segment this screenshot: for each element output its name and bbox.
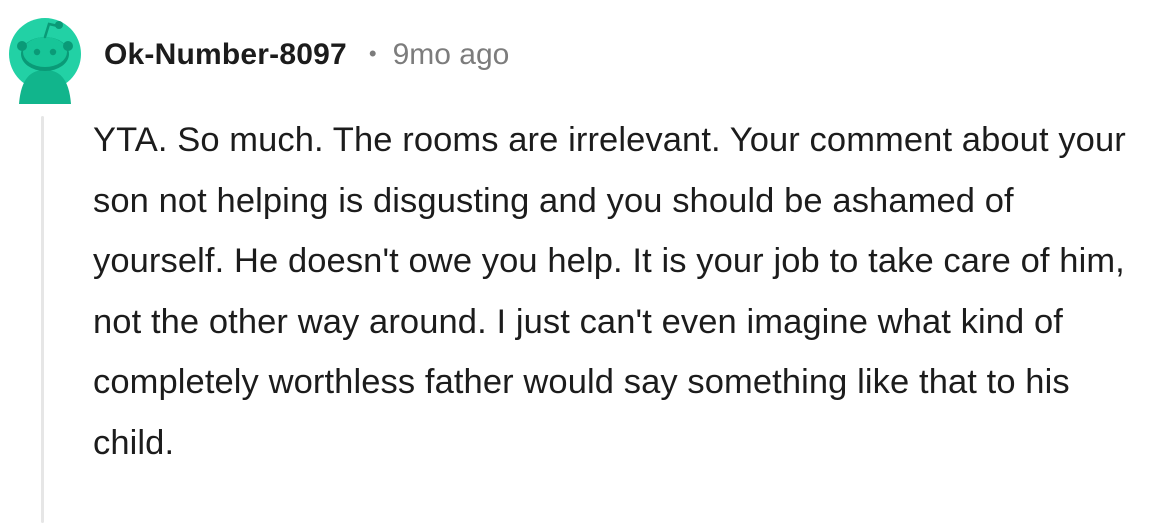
comment-body: YTA. So much. The rooms are irrelevant. … [93,121,1126,462]
username-link[interactable]: Ok-Number-8097 [104,38,347,72]
snoo-avatar-icon [9,18,81,104]
separator-dot: • [368,41,377,66]
timestamp[interactable]: 9mo ago [393,38,510,72]
avatar[interactable] [9,8,81,104]
thread-collapse-line[interactable] [41,116,44,523]
comment: Ok-Number-8097 • 9mo ago YTA. So much. T… [0,0,1158,523]
comment-header: Ok-Number-8097 • 9mo ago [104,30,509,80]
